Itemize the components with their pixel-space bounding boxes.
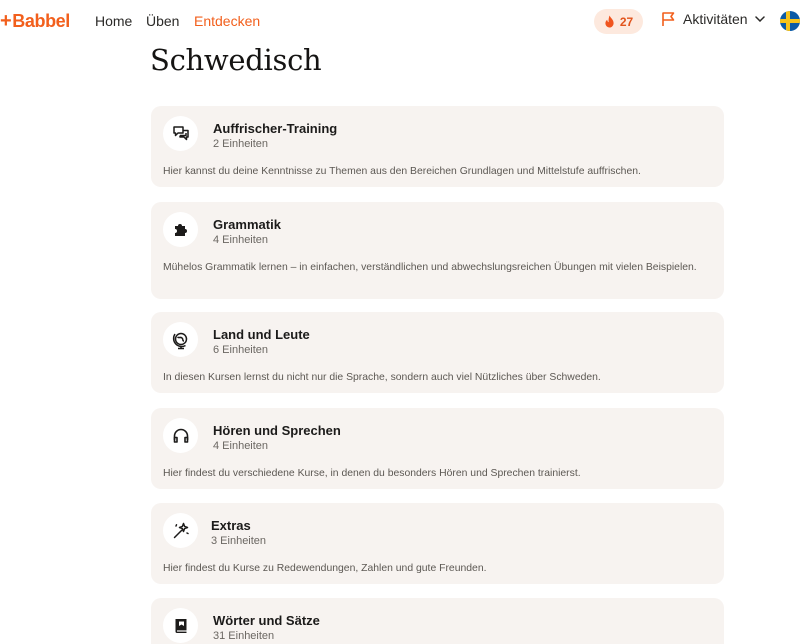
category-description: In diesen Kursen lernst du nicht nur die… (163, 372, 601, 383)
category-card-extras[interactable]: Extras 3 Einheiten Hier findest du Kurse… (151, 503, 724, 584)
globe-icon (163, 322, 198, 357)
category-description: Hier kannst du deine Kenntnisse zu Theme… (163, 166, 641, 177)
magic-wand-icon (163, 513, 198, 548)
category-units: 3 Einheiten (211, 535, 267, 547)
flag-sweden-icon[interactable] (780, 11, 800, 31)
category-units: 4 Einheiten (213, 440, 269, 452)
speech-bubbles-icon (163, 116, 198, 151)
nav-link-home[interactable]: Home (95, 13, 132, 29)
category-description: Mühelos Grammatik lernen – in einfachen,… (163, 262, 697, 273)
category-title: Extras (211, 518, 251, 533)
flame-icon (605, 15, 614, 28)
category-title: Wörter und Sätze (213, 613, 320, 628)
category-description: Hier findest du Kurse zu Redewendungen, … (163, 563, 487, 574)
babbel-logo[interactable]: + Babbel (0, 9, 70, 33)
category-card-grammatik[interactable]: Grammatik 4 Einheiten Mühelos Grammatik … (151, 202, 724, 299)
activities-menu[interactable]: Aktivitäten (661, 11, 765, 27)
nav-link-ueben[interactable]: Üben (146, 13, 179, 29)
headphones-icon (163, 418, 198, 453)
page-title: Schwedisch (150, 43, 322, 77)
category-card-woerter-und-saetze[interactable]: Wörter und Sätze 31 Einheiten (151, 598, 724, 644)
category-card-land-und-leute[interactable]: Land und Leute 6 Einheiten In diesen Kur… (151, 312, 724, 393)
category-card-auffrischer-training[interactable]: Auffrischer-Training 2 Einheiten Hier ka… (151, 106, 724, 187)
streak-count: 27 (619, 14, 634, 29)
streak-badge[interactable]: 27 (594, 9, 643, 34)
category-units: 6 Einheiten (213, 344, 269, 356)
category-card-hoeren-und-sprechen[interactable]: Hören und Sprechen 4 Einheiten Hier find… (151, 408, 724, 489)
category-units: 4 Einheiten (213, 234, 269, 246)
logo-plus-mark: + (0, 9, 12, 32)
nav-link-entdecken[interactable]: Entdecken (194, 13, 260, 29)
category-title: Grammatik (213, 217, 281, 232)
flag-outline-icon (662, 12, 675, 26)
puzzle-icon (163, 212, 198, 247)
category-title: Land und Leute (213, 327, 310, 342)
top-navigation: + Babbel Home Üben Entdecken 27 Aktivität… (0, 0, 800, 44)
category-title: Auffrischer-Training (213, 121, 338, 136)
logo-text: Babbel (12, 10, 70, 31)
category-description: Hier findest du verschiedene Kurse, in d… (163, 468, 581, 479)
category-units: 31 Einheiten (213, 630, 275, 642)
book-icon (163, 608, 198, 643)
category-units: 2 Einheiten (213, 138, 269, 150)
category-title: Hören und Sprechen (213, 423, 341, 438)
activities-label: Aktivitäten (683, 11, 748, 27)
chevron-down-icon (754, 16, 765, 22)
